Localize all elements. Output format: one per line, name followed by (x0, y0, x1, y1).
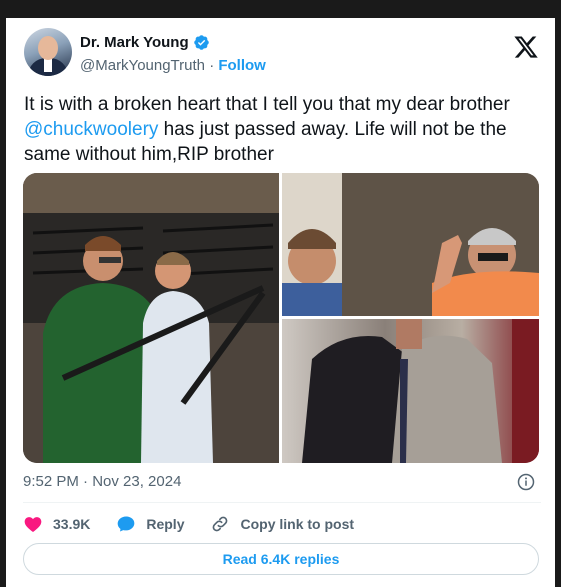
divider (23, 502, 541, 503)
photo-2-illustration (282, 173, 539, 316)
photo-1-illustration (23, 173, 279, 463)
copy-link-label: Copy link to post (240, 516, 355, 532)
photo-men-embracing[interactable] (282, 319, 539, 463)
photo-3-illustration (302, 319, 539, 463)
author-handle[interactable]: @MarkYoungTruth (80, 57, 205, 74)
photo-men-flexing[interactable] (282, 173, 539, 316)
avatar-face (38, 36, 58, 60)
author-handle-row: @MarkYoungTruth · Follow (80, 57, 266, 74)
reply-label: Reply (146, 516, 185, 532)
avatar-shirt (44, 58, 52, 72)
avatar[interactable] (24, 28, 72, 76)
tweet-embed-card: Dr. Mark Young @MarkYoungTruth · Follow … (6, 18, 555, 587)
likes-count: 33.9K (53, 516, 91, 532)
post-timestamp[interactable]: 9:52 PM · Nov 23, 2024 (23, 473, 181, 490)
reply-bubble-icon (118, 516, 135, 532)
tweet-text: It is with a broken heart that I tell yo… (24, 92, 524, 167)
mention-link[interactable]: @chuckwoolery (24, 119, 158, 140)
follow-button[interactable]: Follow (218, 57, 266, 74)
link-icon (213, 516, 228, 532)
tweet-header: Dr. Mark Young @MarkYoungTruth · Follow (24, 28, 541, 80)
reply-button[interactable]: Reply (116, 514, 184, 534)
verified-badge-icon (193, 35, 209, 50)
read-replies-button[interactable]: Read 6.4K replies (23, 543, 539, 575)
action-bar: 33.9K Reply Copy link to post (23, 512, 541, 536)
handle-separator: · (209, 57, 215, 74)
like-button[interactable]: 33.9K (23, 514, 90, 534)
copy-link-button[interactable]: Copy link to post (210, 514, 354, 534)
heart-icon (24, 517, 42, 532)
author-name[interactable]: Dr. Mark Young (80, 34, 189, 51)
tweet-text-before: It is with a broken heart that I tell yo… (24, 94, 510, 115)
info-icon[interactable] (517, 473, 535, 491)
photo-two-men-with-rifles[interactable] (23, 173, 279, 463)
media-grid (23, 173, 539, 463)
x-logo-icon[interactable] (513, 34, 539, 60)
author-name-row: Dr. Mark Young (80, 34, 210, 51)
